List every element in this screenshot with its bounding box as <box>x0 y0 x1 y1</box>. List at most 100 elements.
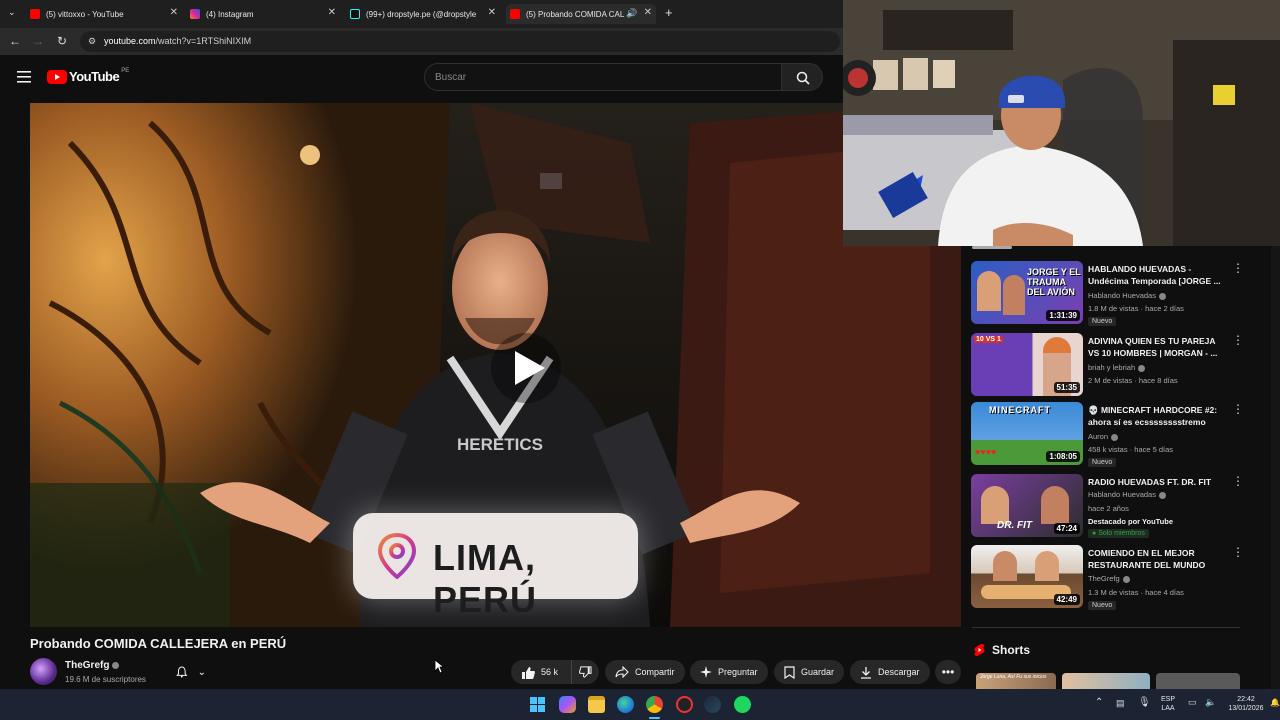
recommendation-channel[interactable]: Hablando Huevadas <box>1088 291 1166 300</box>
recommendation-title[interactable]: ADIVINA QUIEN ES TU PAREJA VS 10 HOMBRES… <box>1088 335 1226 359</box>
new-tab-plus-icon[interactable]: + <box>665 5 673 20</box>
channel-name[interactable]: TheGrefg <box>65 660 120 671</box>
more-horizontal-icon: ••• <box>941 665 955 679</box>
ask-button[interactable]: Preguntar <box>690 660 768 684</box>
channel-text: TheGrefg <box>1088 574 1120 583</box>
play-button[interactable] <box>491 333 561 403</box>
back-arrow-icon[interactable]: ← <box>8 34 22 48</box>
reload-icon[interactable]: ↻ <box>55 34 69 48</box>
tiktok-favicon-icon <box>350 9 360 19</box>
share-button[interactable]: Compartir <box>605 660 685 684</box>
video-thumbnail[interactable]: 42:49 <box>971 545 1083 608</box>
notification-bell-button[interactable]: ⌄ <box>166 660 216 684</box>
scrollbar-track[interactable] <box>1271 246 1280 689</box>
language-top: ESP <box>1160 696 1175 703</box>
tab-tiktok[interactable]: (99+) dropstyle.pe (@dropstyle ✕ <box>350 4 496 24</box>
duration-badge: 51:35 <box>1053 382 1080 393</box>
more-vertical-icon[interactable]: ⋮ <box>1232 403 1244 415</box>
location-pin-icon <box>378 533 416 579</box>
youtube-logo[interactable]: YouTube PE <box>47 68 129 84</box>
file-explorer-icon[interactable] <box>588 696 605 713</box>
edge-browser-icon[interactable] <box>617 696 634 713</box>
hamburger-menu-icon[interactable] <box>17 71 31 83</box>
recommendation-title[interactable]: HABLANDO HUEVADAS - Undécima Temporada [… <box>1088 263 1226 287</box>
mouse-cursor-icon <box>434 659 444 674</box>
youtube-logo-text: YouTube <box>69 69 120 84</box>
chevron-down-icon: ⌄ <box>197 666 206 678</box>
spotify-icon[interactable] <box>734 696 751 713</box>
network-status-icon[interactable]: ▤ <box>1116 698 1125 709</box>
site-info-icon[interactable]: ⚙ <box>88 36 96 47</box>
recommendation-channel[interactable]: TheGrefg <box>1088 574 1130 583</box>
streamer-webcam <box>843 0 1280 246</box>
address-bar[interactable]: ⚙ youtube.com/watch?v=1RTShiNIXIM <box>80 31 840 52</box>
save-button[interactable]: Guardar <box>774 660 845 684</box>
video-thumbnail[interactable]: JORGE Y EL TRAUMA DEL AVIÓN 1:31:39 <box>971 261 1083 324</box>
video-thumbnail[interactable]: 10 VS 1 51:35 <box>971 333 1083 396</box>
video-thumbnail[interactable]: DR. FIT 47:24 <box>971 474 1083 537</box>
recommendation-item[interactable]: JORGE Y EL TRAUMA DEL AVIÓN 1:31:39 HABL… <box>970 261 1250 326</box>
clock-time: 22:42 <box>1237 696 1255 703</box>
channel-text: Hablando Huevadas <box>1088 490 1156 499</box>
search-placeholder: Buscar <box>435 72 467 83</box>
video-player[interactable]: HERETICS LIMA, PERÚ <box>30 103 961 627</box>
notification-bell-icon[interactable]: 🔔 <box>1270 698 1280 707</box>
display-icon[interactable]: ▭ <box>1188 697 1197 708</box>
search-input[interactable]: Buscar <box>424 63 782 91</box>
dislike-button[interactable] <box>571 660 599 684</box>
tab-list-chevron-icon[interactable]: ⌄ <box>8 7 16 18</box>
recommendation-item[interactable]: 42:49 COMIENDO EN EL MEJOR RESTAURANTE D… <box>970 545 1250 610</box>
recommendation-channel[interactable]: Auron <box>1088 432 1119 441</box>
short-thumbnail[interactable]: Jorge Luna, Así Fu sus inicios <box>976 673 1056 689</box>
close-tab-icon[interactable]: ✕ <box>488 7 496 18</box>
more-vertical-icon[interactable]: ⋮ <box>1232 546 1244 558</box>
close-tab-icon[interactable]: ✕ <box>170 7 178 18</box>
tab-probando-comida[interactable]: (5) Probando COMIDA CAL 🔊 ✕ <box>506 4 656 24</box>
more-vertical-icon[interactable]: ⋮ <box>1232 334 1244 346</box>
thumbnail-person <box>977 271 1001 311</box>
subscriber-count: 19.6 M de suscriptores <box>65 675 146 684</box>
ask-label: Preguntar <box>718 667 758 677</box>
copilot-icon[interactable] <box>559 696 576 713</box>
game-app-icon[interactable] <box>676 696 693 713</box>
windows-taskbar: ⌃ ▤ 🎙 ESP LAA ▭ 🔈 22:42 13/01/2026 🔔 <box>0 689 1280 720</box>
more-actions-button[interactable]: ••• <box>935 660 961 684</box>
steam-icon[interactable] <box>704 696 721 713</box>
thumbs-up-icon <box>522 666 535 679</box>
audio-playing-icon[interactable]: 🔊 <box>626 8 637 19</box>
more-vertical-icon[interactable]: ⋮ <box>1232 262 1244 274</box>
thumbnail-text: MINECRAFT <box>989 405 1051 415</box>
recommendation-item[interactable]: DR. FIT 47:24 RADIO HUEVADAS FT. DR. FIT… <box>970 474 1250 538</box>
channel-avatar[interactable] <box>30 658 57 685</box>
forward-arrow-icon[interactable]: → <box>31 34 45 48</box>
thumbnail-person <box>981 486 1009 524</box>
download-button[interactable]: Descargar <box>850 660 930 684</box>
short-thumbnail[interactable] <box>1062 673 1150 689</box>
microphone-icon[interactable]: 🎙 <box>1138 697 1151 708</box>
recommendation-title[interactable]: RADIO HUEVADAS FT. DR. FIT <box>1088 476 1226 488</box>
channel-text: Hablando Huevadas <box>1088 291 1156 300</box>
recommendation-item[interactable]: 10 VS 1 51:35 ADIVINA QUIEN ES TU PAREJA… <box>970 333 1250 397</box>
bookmark-icon <box>784 665 795 679</box>
tray-expand-chevron-icon[interactable]: ⌃ <box>1095 697 1103 708</box>
speaker-icon[interactable]: 🔈 <box>1205 697 1216 708</box>
chrome-browser-icon[interactable] <box>646 696 663 713</box>
recommendation-title[interactable]: 💀 MINECRAFT HARDCORE #2: ahora sí es ecs… <box>1088 404 1226 428</box>
more-vertical-icon[interactable]: ⋮ <box>1232 475 1244 487</box>
language-indicator[interactable]: ESP LAA <box>1158 695 1178 713</box>
clock[interactable]: 22:42 13/01/2026 <box>1224 695 1268 713</box>
windows-start-icon[interactable] <box>530 697 545 712</box>
recommendation-item[interactable]: MINECRAFT ♥♥♥♥ 1:08:05 💀 MINECRAFT HARDC… <box>970 402 1250 467</box>
recommendation-channel[interactable]: briah y lebriah <box>1088 363 1146 372</box>
close-tab-icon[interactable]: ✕ <box>644 7 652 18</box>
close-tab-icon[interactable]: ✕ <box>328 7 336 18</box>
tab-instagram[interactable]: (4) Instagram ✕ <box>190 4 336 24</box>
search-button[interactable] <box>781 63 823 91</box>
like-button[interactable]: 56 k <box>511 660 571 684</box>
recommendation-title[interactable]: COMIENDO EN EL MEJOR RESTAURANTE DEL MUN… <box>1088 547 1226 571</box>
instagram-favicon-icon <box>190 9 200 19</box>
short-thumbnail[interactable] <box>1156 673 1240 689</box>
tab-vittoxxo[interactable]: (5) vittoxxo - YouTube ✕ <box>30 4 178 24</box>
recommendation-channel[interactable]: Hablando Huevadas <box>1088 490 1166 499</box>
video-thumbnail[interactable]: MINECRAFT ♥♥♥♥ 1:08:05 <box>971 402 1083 465</box>
